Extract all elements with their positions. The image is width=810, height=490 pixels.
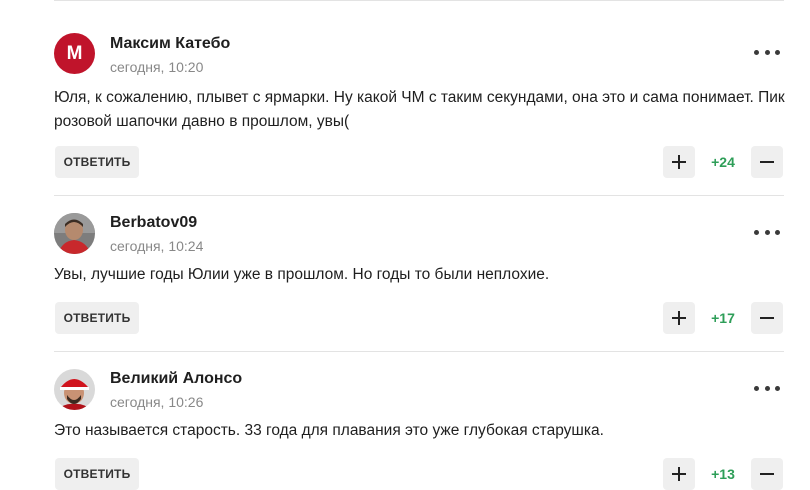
minus-icon xyxy=(760,473,774,475)
reply-button[interactable]: ОТВЕТИТЬ xyxy=(55,146,139,178)
upvote-button[interactable] xyxy=(663,458,695,490)
comment-text: Это называется старость. 33 года для пла… xyxy=(54,422,604,439)
comment-divider xyxy=(54,351,784,352)
avatar-image xyxy=(54,369,95,410)
comment-author[interactable]: Великий Алонсо xyxy=(110,370,242,388)
comment-timestamp: сегодня, 10:20 xyxy=(110,59,204,75)
comment-timestamp: сегодня, 10:24 xyxy=(110,238,204,254)
avatar[interactable] xyxy=(54,213,95,254)
upvote-button[interactable] xyxy=(663,302,695,334)
comment-timestamp: сегодня, 10:26 xyxy=(110,394,204,410)
comment-text: Увы, лучшие годы Юлии уже в прошлом. Но … xyxy=(54,266,550,283)
avatar[interactable]: M xyxy=(54,33,95,74)
comment-author[interactable]: Максим Катебо xyxy=(110,35,230,53)
top-divider xyxy=(54,0,784,1)
comment-score: +13 xyxy=(711,466,735,482)
plus-icon xyxy=(672,311,686,325)
more-options-icon[interactable] xyxy=(754,47,780,57)
minus-icon xyxy=(760,317,774,319)
more-options-icon[interactable] xyxy=(754,383,780,393)
reply-button[interactable]: ОТВЕТИТЬ xyxy=(55,458,139,490)
comment-score: +24 xyxy=(711,154,735,170)
reply-button[interactable]: ОТВЕТИТЬ xyxy=(55,302,139,334)
avatar[interactable] xyxy=(54,369,95,410)
plus-icon xyxy=(672,155,686,169)
comment-score: +17 xyxy=(711,310,735,326)
comment-divider xyxy=(54,195,784,196)
minus-icon xyxy=(760,161,774,163)
avatar-image xyxy=(54,213,95,254)
comment-text: Юля, к сожалению, плывет с ярмарки. Ну к… xyxy=(54,89,785,130)
downvote-button[interactable] xyxy=(751,302,783,334)
plus-icon xyxy=(672,467,686,481)
more-options-icon[interactable] xyxy=(754,227,780,237)
comment-author[interactable]: Berbatov09 xyxy=(110,214,197,232)
downvote-button[interactable] xyxy=(751,458,783,490)
upvote-button[interactable] xyxy=(663,146,695,178)
downvote-button[interactable] xyxy=(751,146,783,178)
